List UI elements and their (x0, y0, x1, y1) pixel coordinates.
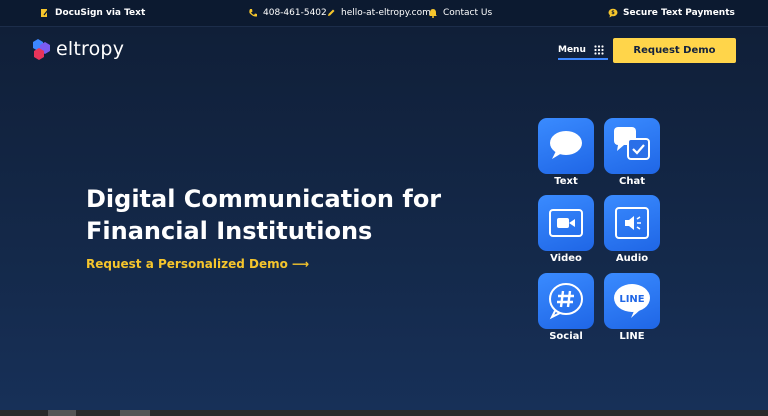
phone-link[interactable]: 408-461-5402 (248, 0, 327, 26)
bottom-scrollbar[interactable] (0, 410, 768, 416)
email-link[interactable]: hello-at-eltropy.com (326, 0, 431, 26)
docusign-label: DocuSign via Text (55, 8, 146, 18)
scroll-segment (48, 410, 76, 416)
hashtag-icon (549, 283, 583, 320)
video-icon (549, 209, 583, 237)
grid-icon (594, 45, 604, 55)
contact-link[interactable]: Contact Us (428, 0, 492, 26)
logo-mark-icon (33, 39, 50, 60)
tile-text[interactable] (538, 118, 594, 174)
headline-line-2: Financial Institutions (86, 217, 373, 245)
contact-label: Contact Us (443, 8, 493, 18)
logo-text: eltropy (56, 38, 125, 60)
phone-label: 408-461-5402 (263, 8, 327, 18)
tile-label-audio: Audio (615, 253, 649, 264)
line-icon: LINE (614, 284, 650, 318)
tile-label-chat: Chat (619, 176, 645, 187)
phone-icon (249, 9, 257, 17)
tile-social[interactable] (538, 273, 594, 329)
tile-label-text: Text (554, 176, 578, 187)
tile-label-social: Social (549, 331, 583, 342)
document-sign-icon (41, 9, 49, 17)
payments-label: Secure Text Payments (623, 8, 735, 18)
pencil-icon (328, 9, 335, 16)
line-icon-text: LINE (619, 294, 644, 305)
bell-icon (429, 9, 437, 18)
tile-audio[interactable] (604, 195, 660, 251)
hero-headline: Digital Communication for Financial Inst… (86, 183, 506, 247)
eltropy-logo[interactable]: eltropy (32, 38, 124, 60)
svg-text:$: $ (611, 10, 615, 16)
tile-label-video: Video (550, 253, 582, 264)
text-bubble-icon (550, 131, 582, 159)
chat-check-icon (614, 127, 650, 160)
tile-chat[interactable] (604, 118, 660, 174)
docusign-link[interactable]: DocuSign via Text (40, 0, 145, 26)
personalized-demo-link[interactable]: Request a Personalized Demo ⟶ (86, 257, 309, 271)
payment-bubble-icon: $ (608, 8, 618, 18)
payments-link[interactable]: $ Secure Text Payments (608, 0, 735, 26)
tile-line[interactable]: LINE (604, 273, 660, 329)
menu-label: Menu (558, 45, 586, 55)
scroll-segment (120, 410, 150, 416)
email-label: hello-at-eltropy.com (341, 8, 431, 18)
menu-underline (558, 58, 608, 60)
menu-button[interactable]: Menu (558, 40, 608, 60)
top-bar: DocuSign via Text 408-461-5402 hello-at-… (0, 0, 768, 27)
headline-line-1: Digital Communication for (86, 185, 442, 213)
tile-video[interactable] (538, 195, 594, 251)
audio-icon (615, 207, 649, 239)
request-demo-button[interactable]: Request Demo (613, 38, 736, 63)
tile-label-line: LINE (619, 331, 645, 342)
